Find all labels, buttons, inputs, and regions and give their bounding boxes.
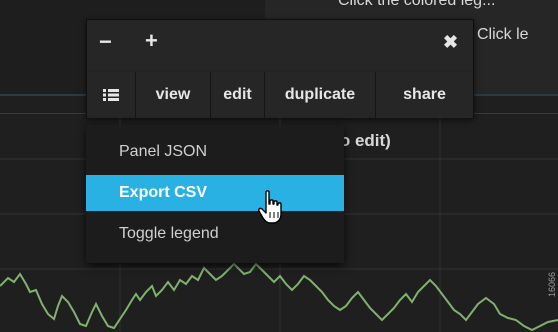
hand-cursor-icon bbox=[258, 190, 282, 224]
list-icon[interactable] bbox=[87, 72, 135, 118]
legend-hint-text-2: Click le bbox=[477, 26, 529, 43]
menu-item-export-csv[interactable]: Export CSV bbox=[86, 175, 344, 211]
panel-menu-top-row: − + ✖ bbox=[87, 20, 473, 70]
menu-item-panel-json[interactable]: Panel JSON bbox=[86, 134, 344, 170]
increase-span-button[interactable]: + bbox=[145, 30, 158, 52]
edit-button[interactable]: edit bbox=[210, 72, 264, 118]
menu-item-toggle-legend[interactable]: Toggle legend bbox=[86, 216, 344, 252]
view-button[interactable]: view bbox=[135, 72, 210, 118]
panel-submenu: Panel JSON Export CSV Toggle legend bbox=[86, 125, 344, 263]
close-icon[interactable]: ✖ bbox=[443, 33, 458, 51]
legend-hint-text: Click the colored leg... bbox=[338, 0, 496, 9]
panel-menu: − + ✖ view edit duplicate share bbox=[86, 19, 474, 118]
series-line bbox=[0, 262, 558, 332]
list-icon-glyph bbox=[103, 89, 119, 101]
decrease-span-button[interactable]: − bbox=[99, 31, 112, 53]
duplicate-button[interactable]: duplicate bbox=[264, 72, 375, 118]
panel-menu-actions: view edit duplicate share bbox=[87, 72, 473, 118]
share-button[interactable]: share bbox=[375, 72, 473, 118]
side-watermark: 16066 bbox=[547, 272, 557, 298]
